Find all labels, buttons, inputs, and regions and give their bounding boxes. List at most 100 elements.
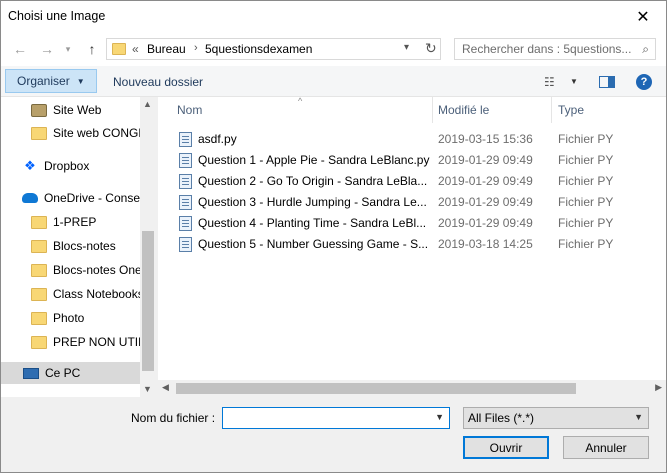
folder-icon bbox=[31, 263, 47, 277]
sidebar-item-site-web-congr[interactable]: Site web CONGR bbox=[31, 122, 141, 144]
scroll-left-icon[interactable]: ◀ bbox=[162, 382, 169, 393]
file-row[interactable]: Question 1 - Apple Pie - Sandra LeBlanc.… bbox=[172, 150, 662, 171]
navigation-pane: Site Web Site web CONGR ❖ Dropbox OneDri… bbox=[1, 97, 156, 397]
address-bar[interactable]: « Bureau › 5questionsdexamen ▾ ↻ bbox=[106, 38, 441, 60]
sidebar-item-label: OneDrive - Conse bbox=[43, 191, 140, 205]
file-type-filter-select[interactable]: All Files (*.*) ▼ bbox=[463, 407, 649, 429]
breadcrumb-bureau[interactable]: Bureau bbox=[147, 42, 186, 56]
preview-pane-icon[interactable] bbox=[599, 76, 615, 88]
sidebar-item-site-web[interactable]: Site Web bbox=[31, 99, 136, 121]
chevron-down-icon: ▼ bbox=[76, 76, 85, 86]
navigation-pane-scrollbar[interactable]: ▲ ▼ bbox=[140, 97, 156, 397]
address-overflow[interactable]: « bbox=[132, 42, 139, 56]
organiser-button[interactable]: Organiser ▼ bbox=[5, 69, 97, 93]
folder-icon bbox=[31, 239, 47, 253]
column-header-label: Modifié le bbox=[438, 103, 490, 117]
window-title: Choisi une Image bbox=[8, 9, 106, 23]
address-history-chevron-icon[interactable]: ▾ bbox=[404, 42, 409, 53]
cancel-button[interactable]: Annuler bbox=[563, 436, 649, 459]
file-type: Fichier PY bbox=[558, 237, 614, 251]
computer-icon bbox=[23, 367, 39, 379]
sidebar-item-label: Blocs-notes bbox=[53, 239, 116, 253]
sidebar-item-class-notebooks[interactable]: Class Notebooks bbox=[31, 283, 141, 305]
file-type: Fichier PY bbox=[558, 216, 614, 230]
chevron-down-icon[interactable]: ▼ bbox=[435, 412, 444, 422]
close-icon: ✕ bbox=[636, 8, 650, 26]
file-row[interactable]: Question 4 - Planting Time - Sandra LeBl… bbox=[172, 213, 662, 234]
column-header-name[interactable]: Nom bbox=[177, 97, 427, 123]
sidebar-item-photo[interactable]: Photo bbox=[31, 307, 136, 329]
sidebar-item-label: 1-PREP bbox=[53, 215, 97, 229]
recent-locations-chevron-icon[interactable]: ▾ bbox=[59, 40, 77, 58]
help-icon[interactable]: ? bbox=[636, 74, 652, 90]
refresh-icon[interactable]: ↻ bbox=[425, 40, 437, 57]
forward-arrow-icon[interactable]: → bbox=[38, 40, 56, 58]
file-row[interactable]: Question 2 - Go To Origin - Sandra LeBla… bbox=[172, 171, 662, 192]
column-header-modified[interactable]: Modifié le bbox=[438, 97, 548, 123]
sidebar-item-ce-pc[interactable]: Ce PC bbox=[1, 362, 140, 384]
cancel-button-label: Annuler bbox=[585, 440, 627, 455]
scroll-up-icon[interactable]: ▲ bbox=[143, 99, 152, 109]
up-arrow-icon[interactable]: ↑ bbox=[83, 40, 101, 58]
folder-icon bbox=[31, 287, 47, 301]
filename-combobox[interactable]: ▼ bbox=[222, 407, 450, 429]
file-list: ^ Nom Modifié le Type asdf.py 2019-03-15… bbox=[158, 96, 666, 397]
open-button-label: Ouvrir bbox=[489, 440, 523, 455]
back-arrow-icon[interactable]: ← bbox=[11, 40, 29, 58]
sidebar-item-label: Site web CONGR bbox=[53, 126, 141, 140]
file-modified: 2019-01-29 09:49 bbox=[438, 195, 533, 209]
scrollbar-thumb[interactable] bbox=[176, 383, 576, 394]
file-row[interactable]: asdf.py 2019-03-15 15:36 Fichier PY bbox=[172, 129, 662, 150]
search-box[interactable]: Rechercher dans : 5questions... ⌕ bbox=[454, 38, 656, 60]
sidebar-item-1-prep[interactable]: 1-PREP bbox=[31, 211, 136, 233]
organiser-label: Organiser bbox=[17, 74, 70, 88]
sidebar-item-label: Dropbox bbox=[44, 159, 90, 173]
scrollbar-thumb[interactable] bbox=[142, 231, 154, 371]
column-divider[interactable] bbox=[432, 97, 433, 123]
file-name: asdf.py bbox=[198, 132, 237, 146]
python-file-icon bbox=[179, 195, 192, 210]
scroll-right-icon[interactable]: ▶ bbox=[655, 382, 662, 393]
python-file-icon bbox=[179, 237, 192, 252]
sidebar-item-label: Class Notebooks bbox=[53, 287, 141, 301]
sidebar-item-blocs-notes-one[interactable]: Blocs-notes One bbox=[31, 259, 141, 281]
search-placeholder[interactable]: Rechercher dans : 5questions... bbox=[462, 42, 631, 56]
file-modified: 2019-01-29 09:49 bbox=[438, 153, 533, 167]
file-name: Question 3 - Hurdle Jumping - Sandra Le.… bbox=[198, 195, 427, 209]
new-folder-button[interactable]: Nouveau dossier bbox=[113, 75, 203, 89]
column-header-label: Nom bbox=[177, 103, 203, 117]
file-modified: 2019-01-29 09:49 bbox=[438, 174, 533, 188]
file-modified: 2019-01-29 09:49 bbox=[438, 216, 533, 230]
chevron-down-icon: ▼ bbox=[634, 412, 643, 422]
file-name: Question 2 - Go To Origin - Sandra LeBla… bbox=[198, 174, 428, 188]
sidebar-item-label: Photo bbox=[53, 311, 85, 325]
navigation-bar: ← → ▾ ↑ « Bureau › 5questionsdexamen ▾ ↻… bbox=[1, 32, 666, 66]
breadcrumb-separator-icon[interactable]: › bbox=[194, 42, 198, 54]
command-bar: Organiser ▼ Nouveau dossier ☷ ▼ ? bbox=[1, 66, 666, 97]
folder-icon bbox=[31, 335, 47, 349]
filename-input[interactable] bbox=[226, 409, 426, 427]
column-divider[interactable] bbox=[551, 97, 552, 123]
breadcrumb-current-folder[interactable]: 5questionsdexamen bbox=[205, 42, 312, 56]
file-type-filter-value: All Files (*.*) bbox=[468, 411, 535, 425]
search-icon: ⌕ bbox=[642, 42, 649, 56]
sidebar-item-dropbox[interactable]: ❖ Dropbox bbox=[22, 155, 137, 177]
sidebar-item-blocs-notes[interactable]: Blocs-notes bbox=[31, 235, 136, 257]
column-header-type[interactable]: Type bbox=[558, 97, 648, 123]
folder-icon bbox=[31, 311, 47, 325]
close-button[interactable]: ✕ bbox=[620, 1, 666, 32]
view-options-chevron-icon[interactable]: ▼ bbox=[570, 77, 578, 86]
title-bar: Choisi une Image ✕ bbox=[1, 1, 666, 32]
open-button[interactable]: Ouvrir bbox=[463, 436, 549, 459]
scroll-down-icon[interactable]: ▼ bbox=[143, 384, 152, 394]
sidebar-item-onedrive[interactable]: OneDrive - Conse bbox=[22, 187, 140, 209]
view-details-icon[interactable]: ☷ bbox=[544, 75, 555, 89]
file-name: Question 1 - Apple Pie - Sandra LeBlanc.… bbox=[198, 153, 430, 167]
column-header-label: Type bbox=[558, 103, 585, 117]
sidebar-item-prep-non-utili[interactable]: PREP NON UTILI bbox=[31, 331, 141, 353]
file-row[interactable]: Question 3 - Hurdle Jumping - Sandra Le.… bbox=[172, 192, 662, 213]
file-row[interactable]: Question 5 - Number Guessing Game - S...… bbox=[172, 234, 662, 255]
file-name: Question 4 - Planting Time - Sandra LeBl… bbox=[198, 216, 427, 230]
folder-icon bbox=[31, 215, 47, 229]
file-list-horizontal-scrollbar[interactable]: ◀ ▶ bbox=[158, 380, 666, 397]
